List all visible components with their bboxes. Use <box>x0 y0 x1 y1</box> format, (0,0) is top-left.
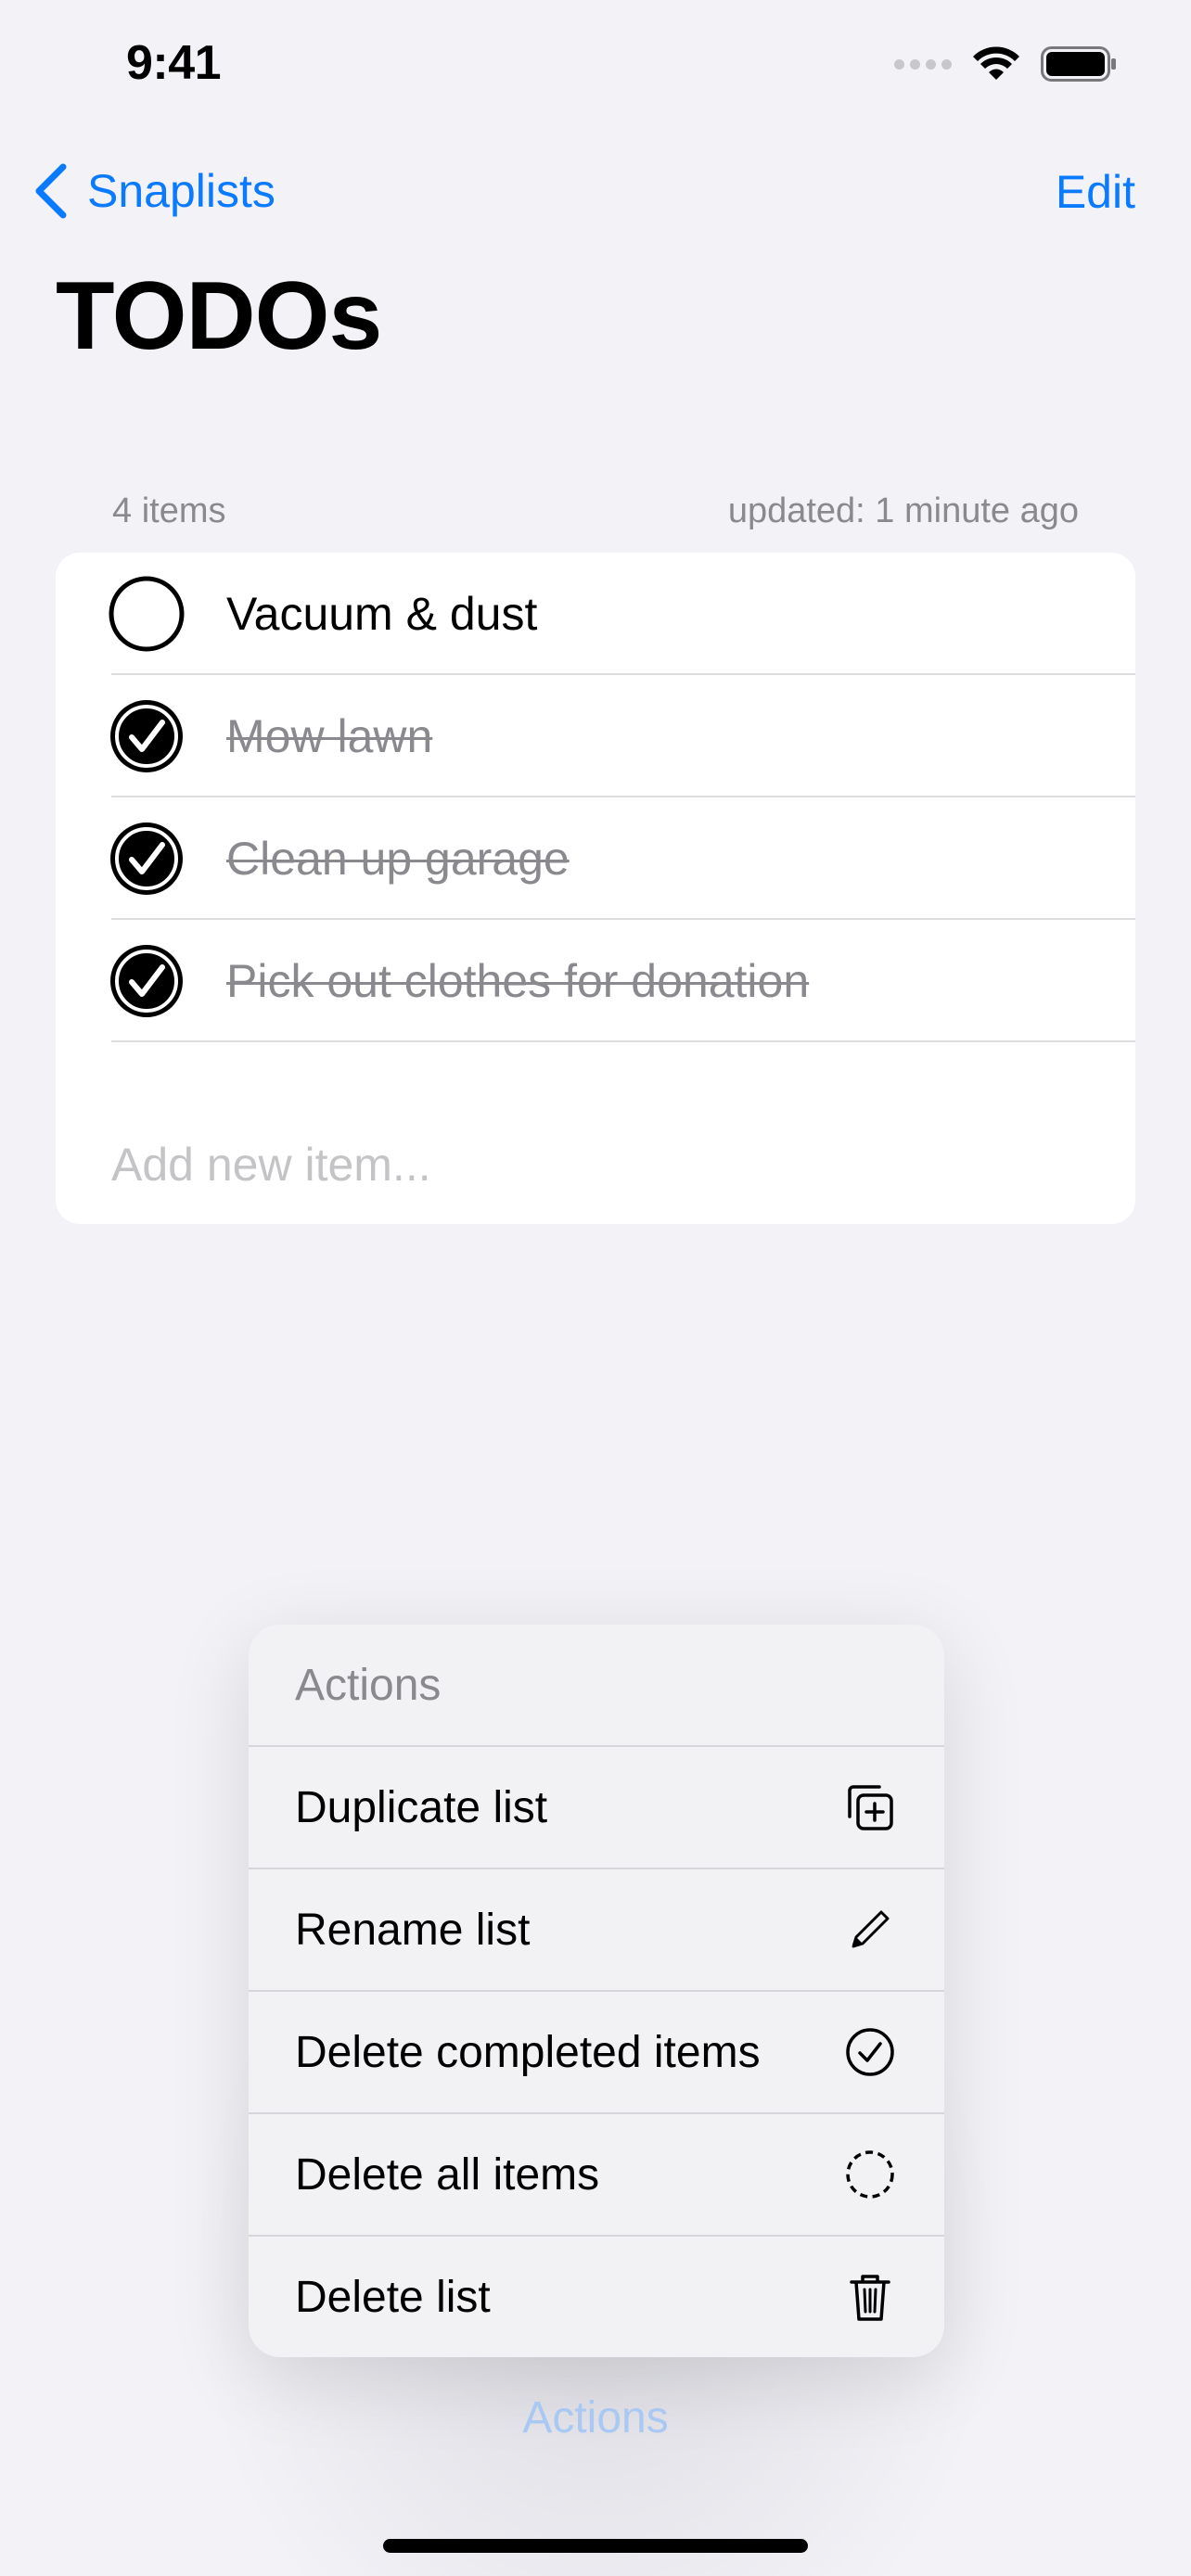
dashed-circle-icon <box>846 2150 894 2199</box>
add-item-input[interactable] <box>111 1128 1095 1202</box>
back-button[interactable]: Snaplists <box>33 163 275 219</box>
checkmark-circle-filled-icon[interactable] <box>108 697 186 775</box>
duplicate-plus-icon <box>848 1785 893 1830</box>
status-icons <box>894 46 1117 82</box>
updated-timestamp: updated: 1 minute ago <box>727 491 1079 530</box>
list-item-label: Pick out clothes for donation <box>226 955 810 1007</box>
battery-icon <box>1041 46 1116 82</box>
todo-list-card: Vacuum & dust Mow lawn Clean up garage P… <box>56 553 1135 1224</box>
list-item[interactable]: Pick out clothes for donation <box>56 920 1135 1042</box>
delete-all-items-menu-item[interactable]: Delete all items <box>249 2114 944 2235</box>
duplicate-list-menu-item[interactable]: Duplicate list <box>249 1747 944 1868</box>
checkmark-circle-icon <box>846 2028 894 2076</box>
rename-list-menu-item[interactable]: Rename list <box>249 1869 944 1990</box>
back-button-label: Snaplists <box>87 165 275 217</box>
menu-item-label: Duplicate list <box>295 1782 548 1832</box>
delete-list-menu-item[interactable]: Delete list <box>249 2237 944 2357</box>
list-item-label: Mow lawn <box>226 710 433 762</box>
list-item[interactable]: Mow lawn <box>56 675 1135 797</box>
list-item[interactable]: Vacuum & dust <box>56 553 1135 675</box>
trash-icon <box>850 2275 890 2321</box>
actions-menu: Actions Duplicate list Rename list Delet… <box>249 1625 944 2357</box>
actions-button[interactable]: Actions <box>0 2392 1191 2443</box>
menu-item-label: Delete completed items <box>295 2027 761 2077</box>
delete-completed-menu-item[interactable]: Delete completed items <box>249 1992 944 2112</box>
list-item-label: Clean up garage <box>226 833 570 885</box>
menu-title: Actions <box>295 1660 442 1710</box>
menu-item-label: Delete list <box>295 2272 491 2322</box>
checkmark-circle-filled-icon[interactable] <box>108 942 186 1020</box>
home-indicator[interactable] <box>383 2539 808 2553</box>
checkmark-circle-filled-icon[interactable] <box>108 820 186 898</box>
empty-circle-icon[interactable] <box>108 575 186 653</box>
cellular-signal-icon <box>894 58 952 70</box>
wifi-icon <box>973 46 1019 80</box>
menu-item-label: Delete all items <box>295 2149 600 2200</box>
pencil-icon <box>852 1910 890 1948</box>
list-item-label: Vacuum & dust <box>226 588 538 640</box>
page-title: TODOs <box>56 262 382 370</box>
status-time: 9:41 <box>126 36 222 90</box>
item-count: 4 items <box>112 491 226 530</box>
chevron-left-icon <box>35 163 67 219</box>
list-item[interactable]: Clean up garage <box>56 797 1135 920</box>
menu-item-label: Rename list <box>295 1905 531 1955</box>
edit-button[interactable]: Edit <box>1056 165 1135 219</box>
